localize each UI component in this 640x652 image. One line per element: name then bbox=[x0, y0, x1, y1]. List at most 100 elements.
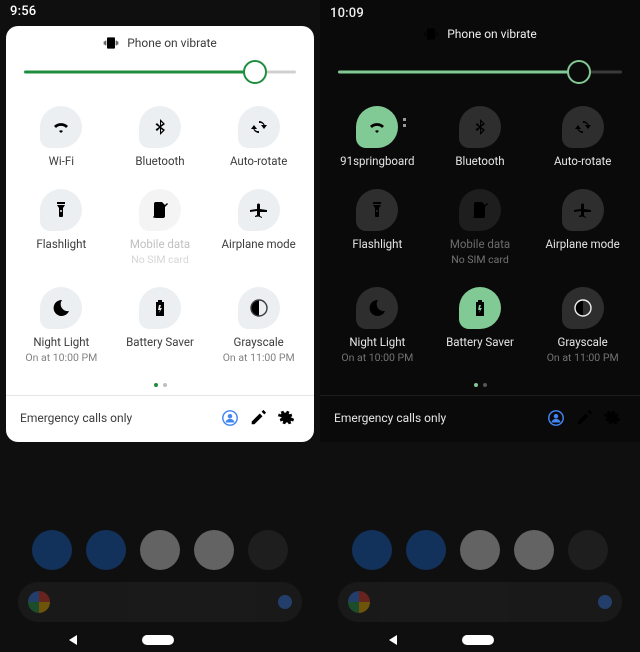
sim-icon bbox=[139, 189, 181, 231]
wifi-icon bbox=[40, 106, 82, 148]
ringer-status-label: Phone on vibrate bbox=[127, 36, 217, 50]
qs-tile-label: GrayscaleOn at 11:00 PM bbox=[223, 335, 295, 365]
qs-tile-grid: 91springboard Bluetooth Auto-rotate Flashli… bbox=[320, 92, 640, 379]
vibrate-icon bbox=[103, 35, 119, 51]
qs-tile-sublabel: On at 10:00 PM bbox=[25, 351, 97, 364]
qs-tile-label: Battery Saver bbox=[446, 335, 514, 350]
qs-tile-sublabel: No SIM card bbox=[131, 253, 189, 266]
assistant-icon bbox=[598, 595, 612, 609]
qs-tile-label: Bluetooth bbox=[135, 154, 184, 169]
user-switch-button[interactable] bbox=[216, 404, 244, 432]
contrast-icon bbox=[562, 287, 604, 329]
qs-tile-contrast[interactable]: GrayscaleOn at 11:00 PM bbox=[209, 279, 308, 377]
qs-tile-moon[interactable]: Night LightOn at 10:00 PM bbox=[326, 279, 429, 377]
qs-tile-label: GrayscaleOn at 11:00 PM bbox=[547, 335, 619, 365]
sim-icon bbox=[459, 189, 501, 231]
qs-tile-bluetooth[interactable]: Bluetooth bbox=[111, 98, 210, 181]
app-play-icon[interactable] bbox=[140, 530, 180, 570]
flashlight-icon bbox=[40, 189, 82, 231]
qs-tile-contrast[interactable]: GrayscaleOn at 11:00 PM bbox=[531, 279, 634, 377]
user-switch-button[interactable] bbox=[542, 404, 570, 432]
qs-tile-airplane[interactable]: Airplane mode bbox=[209, 181, 308, 279]
edit-tiles-button[interactable] bbox=[570, 404, 598, 432]
app-phone-icon[interactable] bbox=[32, 530, 72, 570]
airplane-icon bbox=[562, 189, 604, 231]
qs-tile-sublabel: On at 11:00 PM bbox=[223, 351, 295, 364]
qs-tile-bluetooth[interactable]: Bluetooth bbox=[429, 98, 532, 181]
nav-bar bbox=[320, 628, 640, 652]
app-phone-icon[interactable] bbox=[352, 530, 392, 570]
qs-tile-sim[interactable]: Mobile dataNo SIM card bbox=[429, 181, 532, 279]
settings-button[interactable] bbox=[272, 404, 300, 432]
settings-button[interactable] bbox=[598, 404, 626, 432]
search-bar[interactable] bbox=[18, 582, 302, 622]
qs-tile-airplane[interactable]: Airplane mode bbox=[531, 181, 634, 279]
brightness-slider[interactable] bbox=[338, 60, 622, 84]
qs-tile-sublabel: On at 11:00 PM bbox=[547, 351, 619, 364]
app-messages-icon[interactable] bbox=[86, 530, 126, 570]
battery-icon bbox=[139, 287, 181, 329]
status-time: 10:09 bbox=[330, 6, 364, 21]
ringer-status-row[interactable]: Phone on vibrate bbox=[6, 26, 314, 60]
edit-tiles-button[interactable] bbox=[244, 404, 272, 432]
brightness-thumb[interactable] bbox=[567, 60, 591, 84]
moon-icon bbox=[356, 287, 398, 329]
app-dock bbox=[320, 530, 640, 570]
quick-settings-panel: 10:09 Phone on vibrate 91springboard Blue… bbox=[320, 0, 640, 442]
ringer-status-label: Phone on vibrate bbox=[447, 27, 537, 41]
bluetooth-icon bbox=[459, 106, 501, 148]
nav-back-button[interactable] bbox=[389, 635, 397, 645]
app-camera-icon[interactable] bbox=[248, 530, 288, 570]
status-time: 9:56 bbox=[10, 4, 36, 19]
qs-tile-label: Night LightOn at 10:00 PM bbox=[341, 335, 413, 365]
rotate-icon bbox=[238, 106, 280, 148]
qs-tile-sim[interactable]: Mobile dataNo SIM card bbox=[111, 181, 210, 279]
qs-tile-label: Mobile dataNo SIM card bbox=[450, 237, 510, 267]
assistant-icon bbox=[278, 595, 292, 609]
qs-tile-label: Flashlight bbox=[36, 237, 86, 252]
qs-tile-battery[interactable]: Battery Saver bbox=[111, 279, 210, 377]
airplane-icon bbox=[238, 189, 280, 231]
qs-tile-moon[interactable]: Night LightOn at 10:00 PM bbox=[12, 279, 111, 377]
qs-tile-wifi[interactable]: Wi-Fi bbox=[12, 98, 111, 181]
brightness-slider[interactable] bbox=[24, 60, 296, 84]
qs-tile-grid: Wi-Fi Bluetooth Auto-rotate Flashlight Mobil… bbox=[6, 92, 314, 379]
qs-tile-label: Mobile dataNo SIM card bbox=[130, 237, 190, 267]
vibrate-icon bbox=[423, 26, 439, 42]
qs-tile-label: 91springboard bbox=[340, 154, 414, 169]
app-chrome-icon[interactable] bbox=[514, 530, 554, 570]
qs-tile-label: Battery Saver bbox=[126, 335, 194, 350]
qs-tile-label: Wi-Fi bbox=[49, 154, 74, 169]
brightness-thumb[interactable] bbox=[243, 60, 267, 84]
app-camera-icon[interactable] bbox=[568, 530, 608, 570]
qs-tile-rotate[interactable]: Auto-rotate bbox=[531, 98, 634, 181]
nav-bar bbox=[0, 628, 320, 652]
qs-tile-sublabel: No SIM card bbox=[451, 253, 509, 266]
screenshot-dark: 10:09 Phone on vibrate 91springboard Blue… bbox=[320, 0, 640, 652]
qs-tile-battery[interactable]: Battery Saver bbox=[429, 279, 532, 377]
contrast-icon bbox=[238, 287, 280, 329]
ringer-status-row[interactable]: Phone on vibrate bbox=[320, 0, 640, 60]
qs-tile-sublabel: On at 10:00 PM bbox=[341, 351, 413, 364]
screenshot-light: 9:56 Phone on vibrate Wi-Fi Bluetooth Auto… bbox=[0, 0, 320, 652]
app-messages-icon[interactable] bbox=[406, 530, 446, 570]
qs-tile-flashlight[interactable]: Flashlight bbox=[326, 181, 429, 279]
qs-tile-label: Bluetooth bbox=[455, 154, 504, 169]
qs-tile-flashlight[interactable]: Flashlight bbox=[12, 181, 111, 279]
moon-icon bbox=[40, 287, 82, 329]
google-logo-icon bbox=[28, 591, 50, 613]
qs-tile-label: Flashlight bbox=[352, 237, 402, 252]
nav-home-pill[interactable] bbox=[462, 635, 494, 645]
app-chrome-icon[interactable] bbox=[194, 530, 234, 570]
search-bar[interactable] bbox=[338, 582, 622, 622]
network-status-label: Emergency calls only bbox=[334, 411, 542, 425]
nav-home-pill[interactable] bbox=[142, 635, 174, 645]
qs-tile-wifi[interactable]: 91springboard bbox=[326, 98, 429, 181]
rotate-icon bbox=[562, 106, 604, 148]
qs-tile-rotate[interactable]: Auto-rotate bbox=[209, 98, 308, 181]
app-play-icon[interactable] bbox=[460, 530, 500, 570]
page-indicator bbox=[320, 379, 640, 395]
nav-back-button[interactable] bbox=[69, 635, 77, 645]
qs-tile-label: Auto-rotate bbox=[230, 154, 287, 169]
bluetooth-icon bbox=[139, 106, 181, 148]
